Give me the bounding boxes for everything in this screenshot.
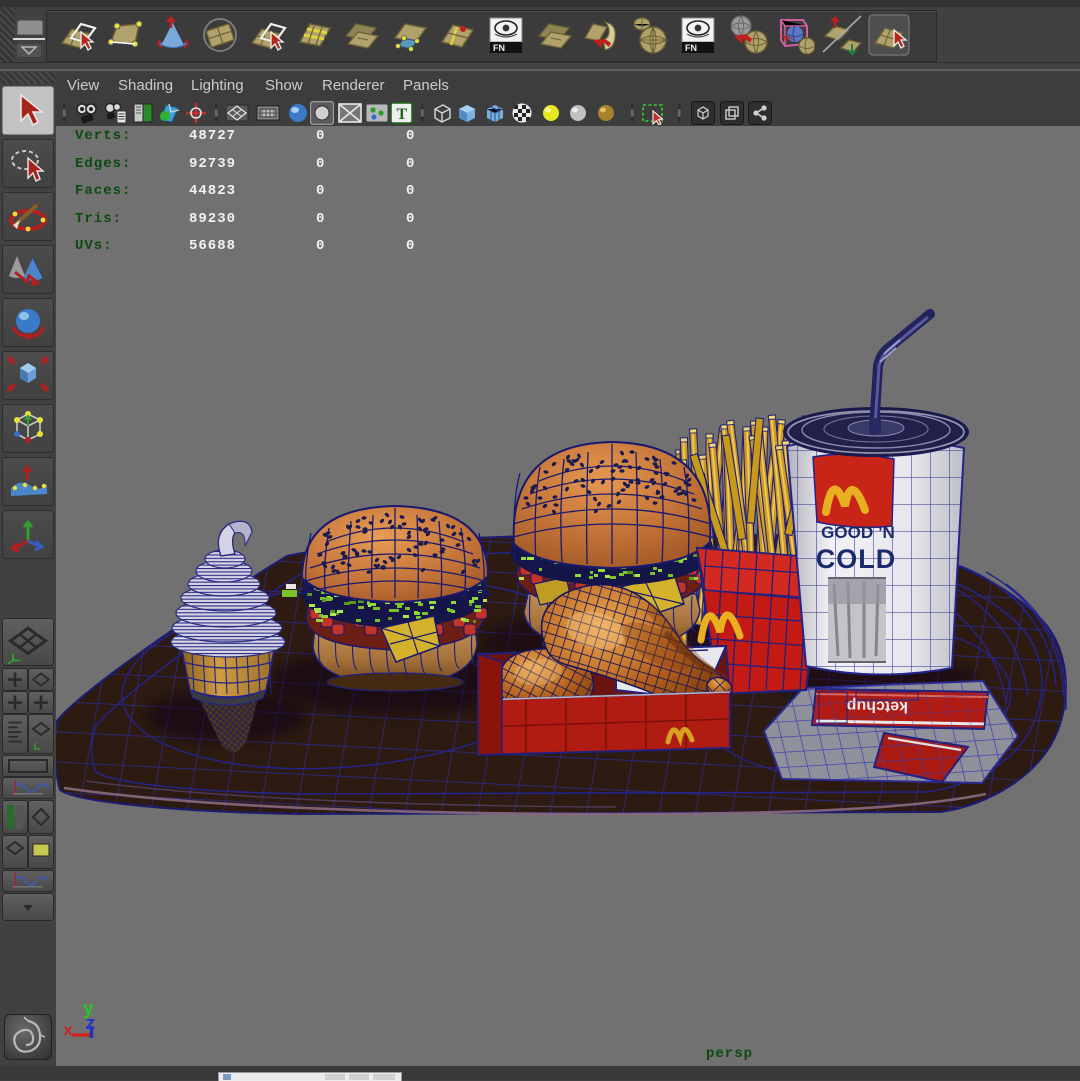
svg-text:COLD: COLD xyxy=(816,544,897,574)
svg-text:x: x xyxy=(63,1022,73,1040)
svg-text:persp: persp xyxy=(706,1046,753,1062)
svg-text:z: z xyxy=(85,1015,96,1035)
svg-text:FN: FN xyxy=(685,43,697,53)
svg-text:T: T xyxy=(397,106,408,123)
svg-text:FN: FN xyxy=(493,43,505,53)
svg-text:GOOD ’N: GOOD ’N xyxy=(821,523,895,542)
